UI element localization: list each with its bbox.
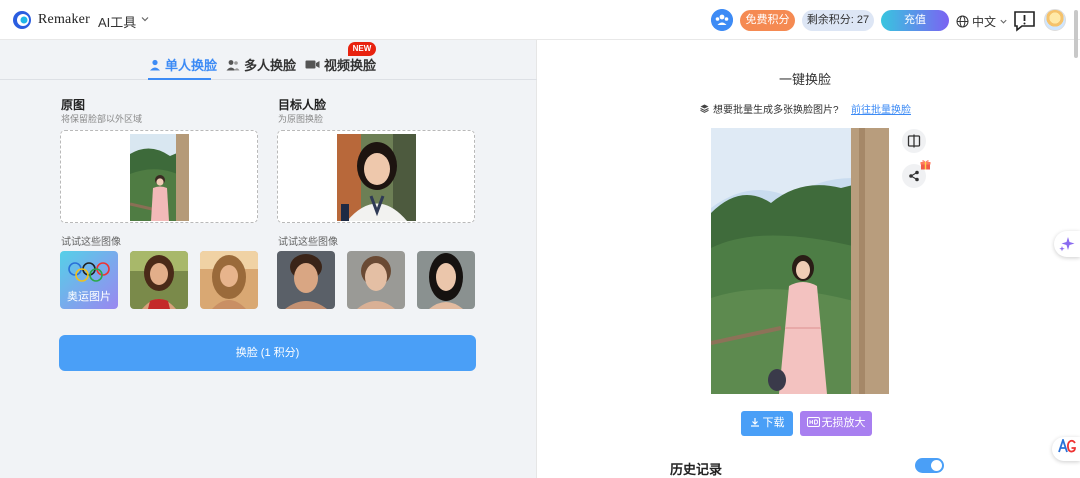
target-face-image: [337, 134, 416, 221]
sample-woman-sunset-thumbnail[interactable]: [200, 251, 258, 309]
target-face-dropzone[interactable]: [277, 130, 475, 223]
target-subtitle: 为原图换脸: [278, 114, 324, 124]
source-image-dropzone[interactable]: [60, 130, 258, 223]
tab-label: 视频换脸: [324, 58, 377, 73]
recharge-button[interactable]: 充值: [881, 10, 949, 31]
hd-icon: [806, 417, 820, 427]
ag-float-button[interactable]: [1052, 437, 1080, 461]
sample-woman-red-dress-thumbnail[interactable]: [130, 251, 188, 309]
history-toggle[interactable]: [915, 458, 944, 473]
remaker-logo-icon[interactable]: [12, 10, 32, 30]
ai-assistant-float-button[interactable]: [1054, 231, 1080, 257]
upscale-label: 无损放大: [821, 417, 866, 429]
tab-single-face[interactable]: 单人换脸: [149, 55, 217, 74]
ai-tools-menu[interactable]: AI工具: [98, 12, 136, 31]
mode-tabs: 单人换脸 多人换脸 视频换脸 NEW: [0, 40, 537, 80]
result-title: 一键换脸: [778, 72, 831, 87]
result-image[interactable]: [711, 128, 889, 394]
batch-question-text: 想要批量生成多张换脸图片?: [713, 105, 839, 116]
person-icon: [150, 59, 160, 70]
source-subtitle: 将保留脸部以外区域: [61, 114, 143, 124]
remaining-credits-badge: 剩余积分: 27: [802, 10, 874, 31]
sample-man-curly-hair-thumbnail[interactable]: [277, 251, 335, 309]
ag-logo-icon: [1058, 437, 1076, 453]
download-button[interactable]: 下载: [741, 411, 793, 436]
new-badge: NEW: [348, 42, 376, 56]
compare-button[interactable]: [902, 129, 926, 153]
download-icon: [750, 418, 759, 427]
community-icon[interactable]: [711, 9, 733, 31]
source-image: [130, 134, 189, 221]
globe-icon: [956, 15, 969, 28]
sample-woman-hair-up-thumbnail[interactable]: [347, 251, 405, 309]
upscale-button[interactable]: 无损放大: [800, 411, 872, 436]
download-label: 下载: [762, 417, 785, 429]
batch-question: 想要批量生成多张换脸图片?: [700, 101, 839, 116]
source-try-label: 试试这些图像: [61, 237, 121, 248]
target-title: 目标人脸: [278, 98, 327, 112]
free-credits-button[interactable]: 免费积分: [740, 10, 795, 31]
tab-label: 单人换脸: [165, 58, 218, 73]
chevron-down-icon: [1000, 19, 1007, 24]
target-try-label: 试试这些图像: [278, 237, 338, 248]
top-navbar: Remaker AI工具 免费积分 剩余积分: 27 充值 中文: [0, 0, 1080, 58]
language-label: 中文: [972, 15, 997, 29]
active-tab-indicator: [148, 78, 211, 80]
tab-video-face[interactable]: 视频换脸: [305, 55, 376, 74]
history-label: 历史记录: [670, 462, 723, 477]
batch-swap-link[interactable]: 前往批量换脸: [851, 101, 911, 116]
compare-icon: [907, 134, 921, 148]
layers-icon: [700, 104, 709, 113]
tab-label: 多人换脸: [244, 58, 297, 73]
group-icon: [226, 59, 240, 70]
olympics-thumb-label: 奥运图片: [67, 291, 111, 303]
sample-asian-woman-thumbnail[interactable]: [417, 251, 475, 309]
feedback-icon[interactable]: [1013, 10, 1036, 32]
source-title: 原图: [61, 98, 86, 112]
gift-icon: [920, 160, 931, 170]
video-camera-icon: [305, 60, 320, 69]
swap-face-button[interactable]: 换脸 (1 积分): [59, 335, 476, 371]
face-swap-panel: 单人换脸 多人换脸 视频换脸 NEW 原图 将保留脸部以外区域 试试这些图像 奥…: [0, 40, 537, 478]
language-selector[interactable]: 中文: [956, 13, 1008, 30]
olympic-rings-icon: [68, 262, 110, 282]
sample-olympics-thumbnail[interactable]: 奥运图片: [60, 251, 118, 309]
tab-multi-face[interactable]: 多人换脸: [226, 55, 296, 74]
user-avatar[interactable]: [1044, 9, 1066, 31]
brand-name[interactable]: Remaker: [38, 12, 90, 28]
chevron-down-icon[interactable]: [140, 14, 150, 24]
sparkle-icon: [1059, 237, 1075, 252]
scrollbar[interactable]: [1074, 10, 1078, 58]
